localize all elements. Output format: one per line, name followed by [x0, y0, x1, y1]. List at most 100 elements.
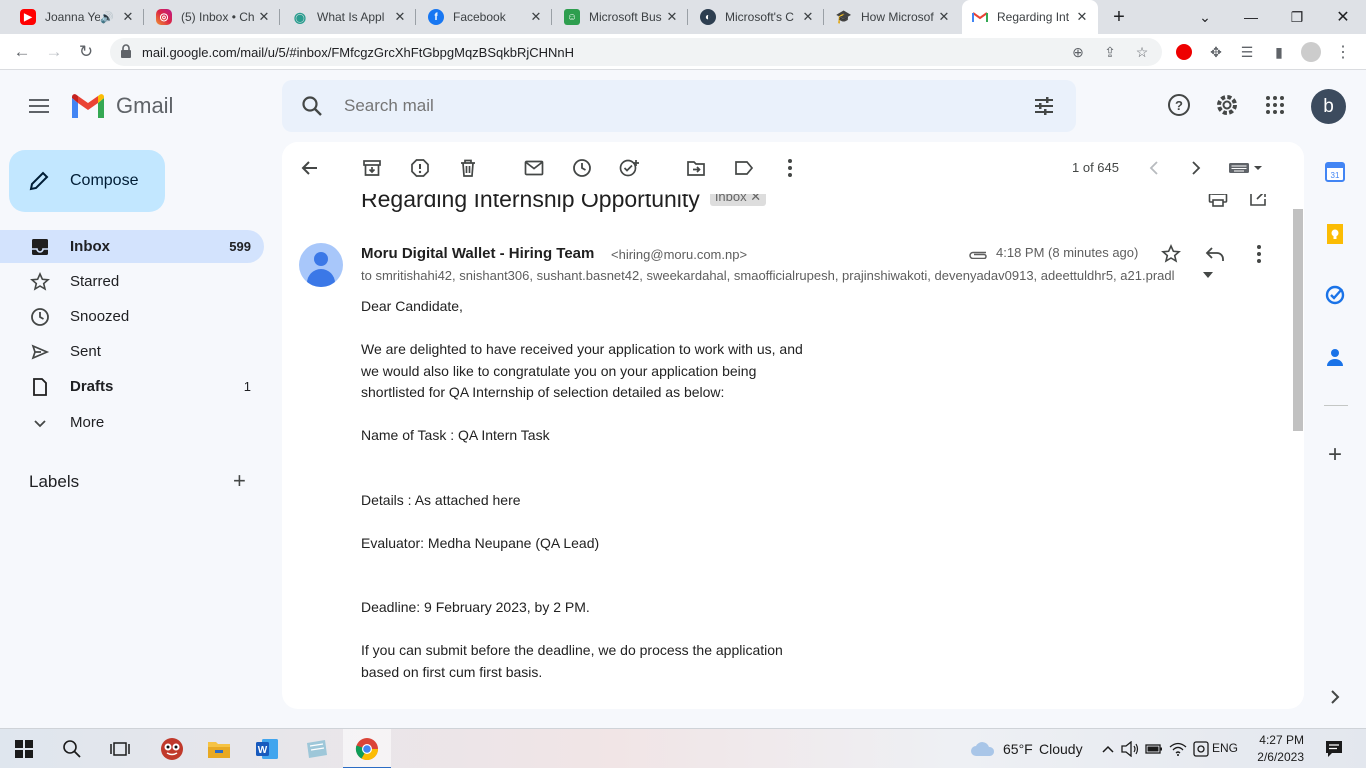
older-chevron-right-icon[interactable] — [1184, 156, 1208, 180]
wifi-icon[interactable] — [1166, 737, 1190, 761]
browser-tab[interactable]: ☺ Microsoft Bus ✕ — [554, 0, 688, 34]
weather-cloud-icon[interactable] — [970, 737, 996, 761]
calendar-icon[interactable]: 31 — [1324, 161, 1346, 183]
browser-tab[interactable]: ◎ (5) Inbox • Ch ✕ — [146, 0, 280, 34]
mark-unread-icon[interactable] — [522, 156, 546, 180]
restore-button[interactable]: ❐ — [1274, 0, 1320, 34]
help-icon[interactable]: ? — [1166, 92, 1192, 118]
speaker-icon[interactable]: 🔊 — [100, 11, 114, 24]
label-tag-icon[interactable] — [732, 156, 756, 180]
sidebar-item-drafts[interactable]: Drafts 1 — [0, 370, 264, 403]
bookmark-star-icon[interactable]: ☆ — [1132, 43, 1152, 61]
apps-grid-icon[interactable] — [1262, 92, 1288, 118]
extensions-puzzle-icon[interactable]: ✥ — [1206, 42, 1226, 62]
reading-list-icon[interactable]: ☰ — [1237, 42, 1257, 62]
weather-temperature[interactable]: 65°F — [1003, 741, 1033, 757]
meet-now-icon[interactable] — [1189, 737, 1213, 761]
browser-tab-active[interactable]: Regarding Int ✕ — [962, 0, 1098, 34]
report-spam-icon[interactable] — [408, 156, 432, 180]
windows-start-icon[interactable] — [12, 737, 36, 761]
profile-avatar-icon[interactable] — [1301, 42, 1321, 62]
sidebar-item-sent[interactable]: Sent — [0, 335, 264, 368]
hidden-icons-chevron-icon[interactable] — [1096, 737, 1120, 761]
search-options-icon[interactable] — [1032, 94, 1056, 118]
archive-icon[interactable] — [360, 156, 384, 180]
add-task-icon[interactable] — [618, 156, 642, 180]
close-tab-icon[interactable]: ✕ — [664, 9, 680, 25]
sticky-app-icon[interactable] — [305, 737, 329, 761]
search-icon[interactable] — [300, 94, 324, 118]
sidebar-item-more[interactable]: More — [0, 406, 264, 439]
word-icon[interactable]: W — [255, 737, 279, 761]
back-to-inbox-icon[interactable] — [298, 156, 322, 180]
newer-chevron-left-icon[interactable] — [1142, 156, 1166, 180]
sidebar-item-snoozed[interactable]: Snoozed — [0, 300, 264, 333]
hide-side-panel-chevron-icon[interactable] — [1324, 686, 1346, 708]
tab-search-chevron-icon[interactable]: ⌄ — [1182, 0, 1228, 34]
input-tools-keyboard-icon[interactable] — [1226, 156, 1266, 180]
close-tab-icon[interactable]: ✕ — [120, 9, 136, 25]
account-avatar[interactable]: b — [1311, 89, 1346, 124]
search-input[interactable] — [344, 93, 944, 119]
battery-icon[interactable] — [1142, 737, 1166, 761]
compose-button[interactable]: Compose — [9, 150, 165, 212]
scrollbar-thumb[interactable] — [1293, 209, 1303, 431]
forward-button[interactable]: → — [40, 38, 68, 66]
browser-tab[interactable]: f Facebook ✕ — [418, 0, 552, 34]
snooze-clock-icon[interactable] — [570, 156, 594, 180]
close-tab-icon[interactable]: ✕ — [1074, 9, 1090, 25]
new-tab-button[interactable]: + — [1096, 0, 1142, 34]
minimize-button[interactable]: — — [1228, 0, 1274, 34]
sender-avatar — [299, 243, 343, 287]
tasks-icon[interactable] — [1324, 284, 1346, 306]
chrome-taskbar-button[interactable] — [343, 729, 391, 768]
share-icon[interactable]: ⇪ — [1100, 43, 1120, 61]
sender-name[interactable]: Moru Digital Wallet - Hiring Team — [361, 245, 594, 262]
back-button[interactable]: ← — [8, 38, 36, 66]
close-window-button[interactable]: ✕ — [1320, 0, 1366, 34]
more-options-icon[interactable] — [778, 156, 802, 180]
input-language[interactable]: ENG — [1212, 741, 1238, 755]
sidebar-item-inbox[interactable]: Inbox 599 — [0, 230, 264, 263]
message-more-icon[interactable] — [1247, 242, 1271, 266]
zoom-icon[interactable]: ⊕ — [1068, 43, 1088, 61]
app-icon[interactable] — [160, 737, 184, 761]
taskbar-search-icon[interactable] — [60, 737, 84, 761]
close-tab-icon[interactable]: ✕ — [800, 9, 816, 25]
contacts-icon[interactable] — [1324, 346, 1346, 368]
settings-gear-icon[interactable] — [1214, 92, 1240, 118]
notifications-icon[interactable] — [1322, 737, 1346, 761]
browser-tab[interactable]: ◉ What Is Appl ✕ — [282, 0, 416, 34]
delete-icon[interactable] — [456, 156, 480, 180]
eye-icon: ◉ — [293, 8, 307, 25]
get-addons-plus-icon[interactable]: + — [1324, 441, 1346, 468]
close-tab-icon[interactable]: ✕ — [936, 9, 952, 25]
browser-tab[interactable]: ◐ Microsoft's C ✕ — [690, 0, 824, 34]
clock-date[interactable]: 2/6/2023 — [1250, 750, 1304, 764]
clock-time[interactable]: 4:27 PM — [1250, 733, 1304, 747]
close-tab-icon[interactable]: ✕ — [256, 9, 272, 25]
file-explorer-icon[interactable] — [207, 737, 231, 761]
side-panel-icon[interactable]: ▮ — [1269, 42, 1289, 62]
task-view-icon[interactable] — [108, 737, 132, 761]
adblock-extension-icon[interactable] — [1174, 42, 1194, 62]
browser-tab[interactable]: 🎓 How Microsof ✕ — [826, 0, 960, 34]
reload-button[interactable]: ↻ — [72, 38, 100, 66]
main-menu-icon[interactable] — [26, 96, 52, 118]
address-bar[interactable]: mail.google.com/mail/u/5/#inbox/FMfcgzGr… — [110, 38, 1162, 66]
sidebar-item-starred[interactable]: Starred — [0, 265, 264, 298]
browser-menu-icon[interactable]: ⋮ — [1333, 42, 1353, 62]
keep-notes-icon[interactable] — [1324, 223, 1346, 245]
star-message-icon[interactable] — [1159, 242, 1183, 266]
add-label-icon[interactable]: + — [233, 470, 246, 492]
close-tab-icon[interactable]: ✕ — [392, 9, 408, 25]
recipients-line: to smritishahi42, snishant306, sushant.b… — [361, 268, 1175, 283]
show-details-caret-icon[interactable] — [1202, 270, 1214, 280]
message-time: 4:18 PM (8 minutes ago) — [968, 245, 1138, 260]
close-tab-icon[interactable]: ✕ — [528, 9, 544, 25]
weather-condition[interactable]: Cloudy — [1039, 741, 1083, 757]
browser-tab[interactable]: ▶ Joanna Ye 🔊 ✕ — [10, 0, 144, 34]
move-to-icon[interactable] — [684, 156, 708, 180]
reply-icon[interactable] — [1203, 242, 1227, 266]
volume-icon[interactable] — [1118, 737, 1142, 761]
